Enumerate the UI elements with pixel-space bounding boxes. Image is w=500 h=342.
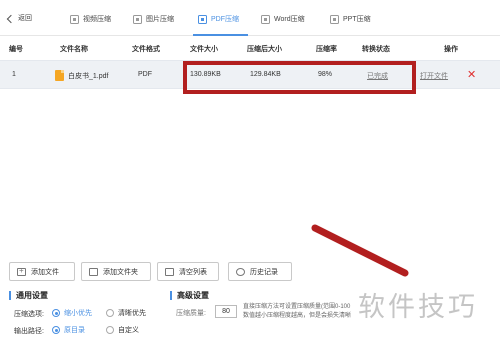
quality-hint-line1: 直接压缩方法可设置压缩质量(范围0-100 (243, 304, 351, 310)
header-name: 文件名称 (60, 46, 88, 53)
add-file-icon (17, 266, 26, 276)
active-tab-indicator (193, 34, 248, 36)
back-button[interactable]: 返回 (6, 12, 32, 24)
radio-checked-icon (52, 309, 60, 317)
add-file-label: 添加文件 (31, 268, 59, 276)
radio-unchecked-icon (106, 326, 114, 334)
add-folder-button[interactable]: 添加文件夹 (81, 262, 151, 281)
highlight-box (183, 61, 416, 94)
tab-label: Word压缩 (274, 16, 305, 23)
image-icon (133, 14, 142, 24)
action-bar: 添加文件 添加文件夹 清空列表 历史记录 (0, 262, 500, 284)
chevron-left-icon (6, 14, 16, 23)
word-icon (261, 14, 270, 24)
clock-icon (236, 267, 245, 276)
radio-checked-icon (52, 326, 60, 334)
header-action: 操作 (444, 46, 458, 53)
radio-clarity-priority[interactable]: 清晰优先 (106, 308, 146, 318)
header-format: 文件格式 (132, 46, 160, 53)
tab-pdf-compress[interactable]: PDF压缩 (198, 12, 239, 26)
trash-icon (165, 267, 174, 276)
folder-icon (89, 267, 98, 276)
tab-word-compress[interactable]: Word压缩 (261, 12, 305, 26)
clear-list-button[interactable]: 清空列表 (157, 262, 219, 281)
pdf-file-icon (55, 70, 64, 81)
ppt-icon (330, 14, 339, 24)
tab-video-compress[interactable]: 视频压缩 (70, 12, 111, 26)
radio-label: 清晰优先 (118, 310, 146, 317)
tab-label: PPT压缩 (343, 16, 371, 23)
header-compressed-size: 压缩后大小 (247, 46, 282, 53)
compress-option-label: 压缩选项: (14, 311, 44, 318)
general-settings-title: 通用设置 (9, 291, 48, 300)
open-file-link[interactable]: 打开文件 (420, 71, 448, 81)
table-header: 编号 文件名称 文件格式 文件大小 压缩后大小 压缩率 转换状态 操作 (0, 41, 500, 57)
header-status: 转换状态 (362, 46, 390, 53)
quality-label: 压缩质量: (176, 310, 206, 317)
radio-label: 原目录 (64, 327, 85, 334)
top-tab-bar: 返回 视频压缩 图片压缩 PDF压缩 Word压缩 PPT压缩 (0, 0, 500, 36)
pdf-icon (198, 14, 207, 24)
tab-ppt-compress[interactable]: PPT压缩 (330, 12, 371, 26)
radio-label: 缩小优先 (64, 310, 92, 317)
watermark-text: 软件技巧 (358, 292, 478, 323)
output-path-label: 输出路径: (14, 328, 44, 335)
back-label: 返回 (18, 15, 32, 22)
header-size: 文件大小 (190, 46, 218, 53)
header-index: 编号 (9, 46, 23, 53)
video-icon (70, 14, 79, 24)
cell-file-name: 白皮书_1.pdf (68, 73, 109, 80)
quality-hint-line2: 数值越小压缩程度越高，但是会损失清晰 (243, 313, 352, 319)
history-button[interactable]: 历史记录 (228, 262, 292, 281)
tab-image-compress[interactable]: 图片压缩 (133, 12, 174, 26)
cell-index: 1 (12, 71, 16, 78)
header-ratio: 压缩率 (316, 46, 337, 53)
tab-label: 图片压缩 (146, 16, 174, 23)
radio-label: 自定义 (118, 327, 139, 334)
quality-input[interactable]: 80 (215, 305, 237, 318)
radio-size-priority[interactable]: 缩小优先 (52, 308, 92, 318)
tab-label: PDF压缩 (211, 16, 239, 23)
radio-custom-dir[interactable]: 自定义 (106, 325, 139, 335)
add-folder-label: 添加文件夹 (103, 268, 138, 276)
delete-icon[interactable]: ✕ (467, 68, 476, 82)
tab-label: 视频压缩 (83, 16, 111, 23)
radio-unchecked-icon (106, 309, 114, 317)
clear-list-label: 清空列表 (179, 268, 207, 276)
history-label: 历史记录 (250, 268, 278, 276)
advanced-settings-title: 高级设置 (170, 291, 209, 300)
add-file-button[interactable]: 添加文件 (9, 262, 75, 281)
radio-original-dir[interactable]: 原目录 (52, 325, 85, 335)
cell-format: PDF (138, 71, 152, 78)
